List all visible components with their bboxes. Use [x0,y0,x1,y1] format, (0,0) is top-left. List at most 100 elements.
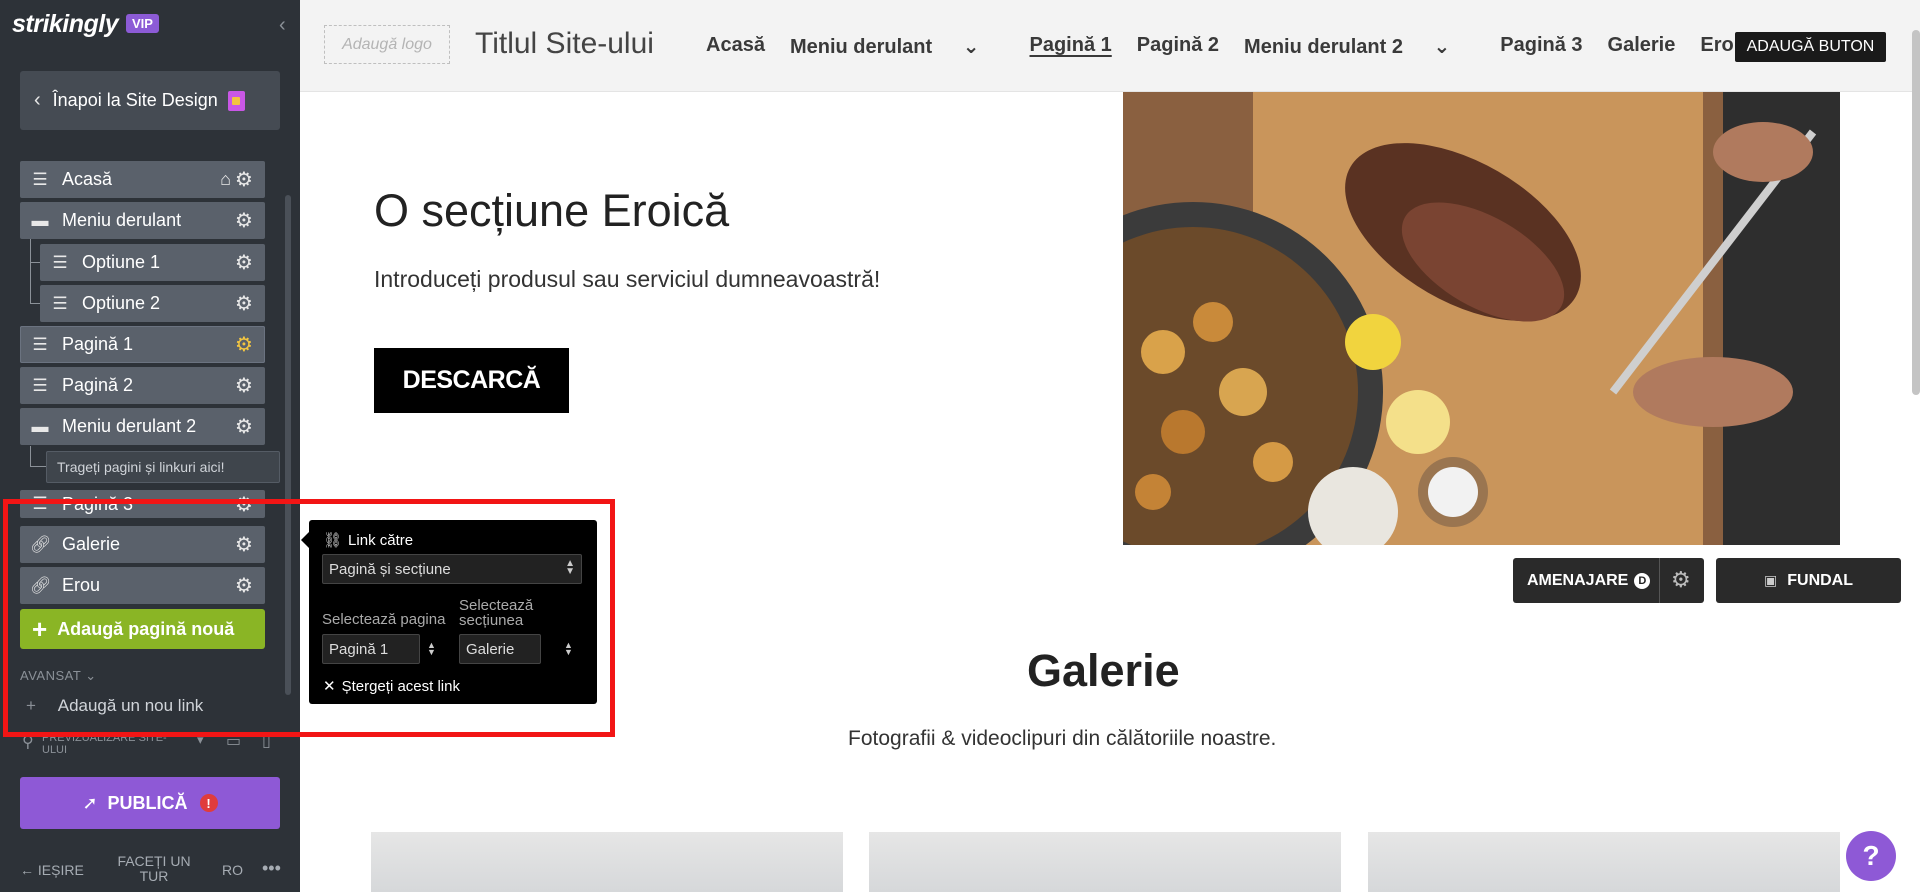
divider [1659,558,1660,603]
sidebar-item-meniu-derulant-2[interactable]: ▬ Meniu derulant 2 ⚙ [20,408,265,445]
sidebar: strikingly VIP ‹ ‹ Înapoi la Site Design… [0,0,300,892]
link-icon: ⛓ [323,532,343,549]
page-select-label: Selectează pagina [322,611,446,628]
menu-item-acasa[interactable]: Acasă [706,34,765,59]
tree-connector [30,236,31,303]
gear-icon[interactable]: ⚙ [1671,567,1691,593]
menu-item-pagina-3[interactable]: Pagină 3 [1500,34,1582,59]
select-caret-icon[interactable]: ▲ ▼ [564,641,573,657]
sidebar-item-label: Acasă [62,169,113,189]
add-new-page-button[interactable]: + Adaugă pagină nouă [20,609,265,649]
sidebar-scrollbar[interactable] [285,195,291,695]
menu-item-label: Meniu derulant 2 [1244,36,1403,58]
exit-button[interactable]: ← IEȘIRE [20,862,84,878]
sidebar-item-label: Meniu derulant [62,210,182,230]
popover-header: ⛓ Link către [323,531,413,549]
hero-subtitle[interactable]: Introduceți produsul sau serviciul dumne… [374,266,880,293]
chevron-down-icon: ⌄ [1433,36,1451,58]
add-logo-placeholder[interactable]: Adaugă logo [324,25,450,64]
help-button[interactable]: ? [1846,831,1896,881]
page-select[interactable]: Pagină 1 [322,634,420,664]
gear-icon[interactable]: ⚙ [233,291,255,316]
menu-icon: ☰ [32,169,48,189]
menu-item-pagina-1[interactable]: Pagină 1 [1030,34,1112,59]
remove-link-button[interactable]: ✕ Ștergeți acest link [323,677,460,695]
language-selector[interactable]: RO [222,862,243,878]
menu-item-meniu-derulant[interactable]: Meniu derulant ⌄ [790,34,1005,59]
select-caret-icon: ▲ ▼ [565,558,575,577]
menu-icon: ☰ [32,375,48,395]
gear-icon[interactable]: ⚙ [233,332,255,357]
sidebar-footer: ← IEȘIRE FACEȚI UN TUR RO ••• [0,850,300,892]
section-select[interactable]: Galerie [459,634,541,664]
tree-connector [30,262,40,263]
tree-connector [30,303,40,304]
menu-item-meniu-derulant-2[interactable]: Meniu derulant 2 ⌄ [1244,34,1475,59]
sidebar-item-meniu-derulant[interactable]: ▬ Meniu derulant ⚙ [20,202,265,239]
site-navbar: Adaugă logo Titlul Site-ului Acasă Meniu… [300,0,1920,92]
back-to-site-design-button[interactable]: ‹ Înapoi la Site Design [20,71,280,130]
menu-icon: ☰ [52,252,68,272]
more-options-icon[interactable]: ••• [262,858,281,879]
chevron-down-icon[interactable]: ▾ [197,732,204,748]
gear-icon[interactable]: ⚙ [233,373,255,398]
advanced-label: AVANSAT [20,668,82,683]
gallery-thumbnail[interactable] [1368,832,1840,892]
menu-item-pagina-2[interactable]: Pagină 2 [1137,34,1219,59]
folder-icon: ▬ [31,416,49,436]
background-label: FUNDAL [1787,571,1853,589]
link-type-value: Pagină și secțiune [329,560,451,578]
site-menu: Acasă Meniu derulant ⌄ Pagină 1 Pagină 2… [706,34,1771,59]
add-link-label: Adaugă un nou link [57,696,204,715]
gallery-thumbnail[interactable] [869,832,1341,892]
gear-icon[interactable]: ⚙ [233,250,255,275]
take-tour-button[interactable]: FACEȚI UN TUR [112,854,196,884]
gallery-subtitle[interactable]: Fotografii & videoclipuri din călătoriil… [848,727,1276,751]
gear-icon[interactable]: ⚙ [233,573,255,598]
sidebar-item-erou[interactable]: 🔗︎ Erou ⚙ [20,567,265,604]
gear-icon[interactable]: ⚙ [233,208,255,233]
mobile-icon[interactable]: ▯ [262,731,271,751]
background-button[interactable]: ▣ FUNDAL [1716,558,1901,603]
sidebar-item-optiune-2[interactable]: ☰ Optiune 2 ⚙ [40,285,265,322]
tree-connector [30,446,31,466]
advanced-toggle[interactable]: AVANSAT ⌄ [20,668,97,684]
gear-icon[interactable]: ⚙ [233,167,255,192]
home-icon: ⌂ [220,169,231,189]
publish-button[interactable]: ➚ PUBLICĂ ! [20,777,280,829]
select-caret-icon[interactable]: ▲ ▼ [427,641,436,657]
sidebar-item-galerie[interactable]: 🔗︎ Galerie ⚙ [20,526,265,563]
search-icon: ⚲ [22,734,34,751]
chevron-down-icon: ⌄ [85,668,97,683]
menu-icon: ☰ [32,334,48,354]
gear-icon[interactable]: ⚙ [233,532,255,557]
sidebar-item-acasa[interactable]: ☰ Acasă ⌂ ⚙ [20,161,265,198]
desktop-icon[interactable]: ▭ [226,731,241,751]
menu-icon: ☰ [32,494,48,513]
collapse-sidebar-icon[interactable]: ‹ [279,14,286,37]
sidebar-item-optiune-1[interactable]: ☰ Optiune 1 ⚙ [40,244,265,281]
gallery-thumbnail[interactable] [371,832,843,892]
download-button[interactable]: DESCARCĂ [374,348,569,413]
page-scrollbar[interactable] [1912,30,1920,395]
sidebar-item-pagina-1[interactable]: ☰ Pagină 1 ⚙ [20,326,265,363]
menu-item-galerie[interactable]: Galerie [1608,34,1676,59]
add-button[interactable]: ADAUGĂ BUTON [1735,32,1886,62]
arrange-button[interactable]: AMENAJARE D ⚙ [1513,558,1704,603]
section-select-label: Selectează secțiunea [459,597,534,629]
gallery-title[interactable]: Galerie [1027,645,1180,697]
site-title[interactable]: Titlul Site-ului [475,27,654,61]
add-new-link-button[interactable]: + Adaugă un nou link [26,696,203,716]
sidebar-item-pagina-2[interactable]: ☰ Pagină 2 ⚙ [20,367,265,404]
link-type-select[interactable]: Pagină și secțiune ▲ ▼ [322,554,582,584]
gear-icon[interactable]: ⚙ [233,414,255,439]
hero-title[interactable]: O secțiune Eroică [374,185,729,237]
design-badge: D [1634,572,1651,589]
gear-icon[interactable]: ⚙ [233,492,255,517]
arrow-left-icon: ← [20,862,34,878]
section-select-value: Galerie [466,640,515,658]
tree-connector [30,466,46,467]
sidebar-item-pagina-3[interactable]: ☰ Pagină 3 ⚙ [20,490,265,518]
preview-label[interactable]: PREVIZUALIZARE SITE-ULUI [42,732,182,756]
image-icon: ▣ [1764,572,1778,588]
